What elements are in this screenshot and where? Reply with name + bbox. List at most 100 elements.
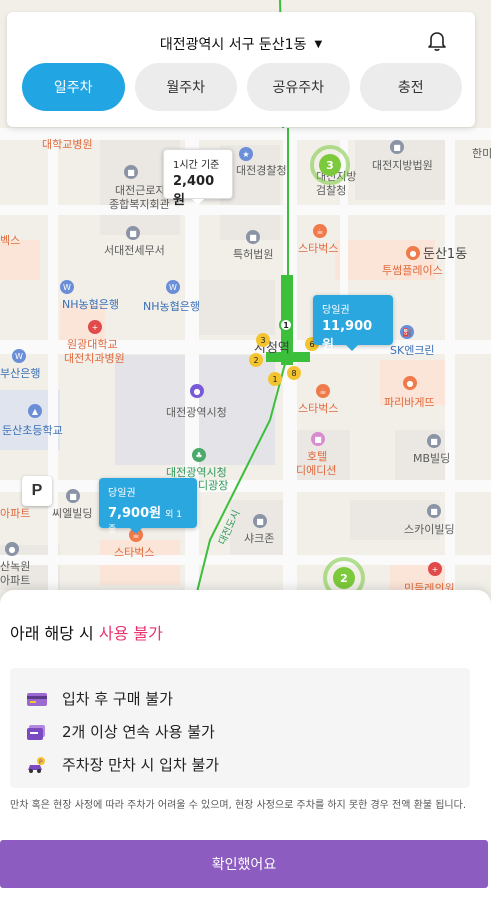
building-icon: ■ xyxy=(427,434,441,448)
sheet-title: 아래 해당 시 사용 불가 xyxy=(10,620,163,644)
apartment-icon: ● xyxy=(5,542,19,556)
poi-label: 스타벅스 xyxy=(298,242,339,255)
cafe-icon: ☕ xyxy=(316,384,330,398)
building-icon: ■ xyxy=(427,504,441,518)
building-icon: ■ xyxy=(124,165,138,179)
poi-label: 대전광역시청 xyxy=(166,406,227,419)
price-caption: 당일권 xyxy=(322,305,350,316)
price-caption: 당일권 xyxy=(108,488,136,499)
top-header-card: 대전광역시 서구 둔산1동 ▼ 일주차 월주차 공유주차 충전 xyxy=(7,12,475,127)
svg-text:P: P xyxy=(39,759,43,766)
parked-car-icon: P xyxy=(26,756,48,774)
hotel-icon: ■ xyxy=(311,432,325,446)
poi-label: 아파트 xyxy=(0,574,31,587)
building-icon: ■ xyxy=(66,489,80,503)
tab-charging[interactable]: 충전 xyxy=(359,63,462,111)
notice-text: 만차 혹은 현장 사정에 따라 주차가 어려울 수 있으며, 현장 사정으로 주… xyxy=(10,800,466,811)
cafe-icon: ☕ xyxy=(313,224,327,238)
location-text: 대전광역시 서구 둔산1동 xyxy=(159,37,307,53)
poi-label: SK엔크린 xyxy=(390,344,435,357)
bubble-tail xyxy=(192,199,204,205)
poi-label: 대전치과병원 xyxy=(64,352,125,365)
poi-label: 부산은행 xyxy=(0,367,41,380)
poi-label: 씨엘빌딩 xyxy=(52,507,93,520)
poi-label: 벡스 xyxy=(0,234,21,247)
cluster-count: 2 xyxy=(333,567,355,589)
list-item: 입차 후 구매 불가 xyxy=(26,682,470,715)
poi-label: 대전지방법원 xyxy=(372,159,433,172)
price-value: 7,900원 외 1종 xyxy=(108,502,188,536)
poi-label: 대전경찰청 xyxy=(236,164,287,177)
list-item: 2개 이상 연속 사용 불가 xyxy=(26,715,470,748)
tab-monthly-parking[interactable]: 월주차 xyxy=(134,63,237,111)
poi-label: NH농협은행 xyxy=(143,300,200,313)
poi-label: 대학교병원 xyxy=(42,138,93,151)
bakery-icon: ● xyxy=(403,376,417,390)
gas-station-icon: ⛽ xyxy=(400,325,414,339)
bank-icon: W xyxy=(60,280,74,294)
credit-card-icon xyxy=(26,690,48,708)
district-label: 둔산1동 xyxy=(423,247,468,262)
poi-label: 디에디션 xyxy=(296,464,337,477)
poi-label: 둔산초등학교 xyxy=(2,424,63,437)
city-hall-icon: ● xyxy=(190,384,204,398)
confirm-button[interactable]: 확인했어요 xyxy=(0,840,488,888)
rule-text: 2개 이상 연속 사용 불가 xyxy=(62,723,215,741)
rule-text: 주차장 만차 시 입차 불가 xyxy=(62,756,220,774)
school-icon: ▲ xyxy=(28,404,42,418)
subway-exit-icon: 8 xyxy=(287,366,301,380)
bank-icon: W xyxy=(12,349,26,363)
tax-office-icon: ■ xyxy=(126,226,140,240)
poi-label: 샤크존 xyxy=(244,532,275,545)
bubble-tail xyxy=(346,345,358,351)
poi-label: 아파트 xyxy=(0,507,31,520)
tab-daily-parking[interactable]: 일주차 xyxy=(22,63,125,111)
district-office-icon: ● xyxy=(406,246,420,260)
court-icon: ■ xyxy=(390,140,404,154)
park-icon: ♣ xyxy=(192,448,206,462)
tab-shared-parking[interactable]: 공유주차 xyxy=(247,63,350,111)
bank-icon: W xyxy=(166,280,180,294)
poi-label: 스타벅스 xyxy=(298,402,339,415)
chevron-down-icon: ▼ xyxy=(314,38,323,50)
court-icon: ■ xyxy=(246,230,260,244)
poi-label: 한미 xyxy=(472,147,491,160)
police-icon: ★ xyxy=(239,147,253,161)
ticket-icon xyxy=(26,723,48,741)
clinic-icon: + xyxy=(428,562,442,576)
poi-label: 디광장 xyxy=(198,479,229,492)
subway-exit-icon: 1 xyxy=(279,318,293,332)
parking-cluster-marker[interactable]: 3 xyxy=(310,145,350,185)
poi-label: 종합복지회관 xyxy=(109,198,170,211)
subway-exit-icon: 1 xyxy=(268,372,282,386)
location-selector[interactable]: 대전광역시 서구 둔산1동 ▼ xyxy=(7,32,475,56)
sheet-title-prefix: 아래 해당 시 xyxy=(10,624,99,643)
subway-exit-icon: 2 xyxy=(249,353,263,367)
parking-price-marker[interactable]: 당일권 7,900원 외 1종 xyxy=(99,478,197,535)
cluster-count: 3 xyxy=(319,154,341,176)
price-amount: 7,900원 xyxy=(108,506,162,521)
parking-marker-icon[interactable]: P xyxy=(22,476,52,506)
parking-price-marker[interactable]: 당일권 11,900원 xyxy=(313,295,393,353)
poi-label: 스카이빌딩 xyxy=(404,523,455,536)
hospital-icon: + xyxy=(88,320,102,334)
subway-exit-icon: 3 xyxy=(256,333,270,347)
poi-label: NH농협은행 xyxy=(62,298,119,311)
price-caption: 1시간 기준 xyxy=(173,160,220,171)
poi-label: 스타벅스 xyxy=(114,546,155,559)
sheet-title-accent: 사용 불가 xyxy=(98,624,163,643)
bell-icon[interactable] xyxy=(427,30,447,52)
building-icon: ■ xyxy=(253,514,267,528)
parking-price-marker[interactable]: 1시간 기준 2,400원 xyxy=(163,149,233,208)
poi-label: 특허법원 xyxy=(233,248,274,261)
list-item: P 주차장 만차 시 입차 불가 xyxy=(26,748,470,781)
restriction-list: 입차 후 구매 불가 2개 이상 연속 사용 불가 P 주차장 만차 시 입차 … xyxy=(10,668,470,788)
usage-restriction-sheet: 아래 해당 시 사용 불가 입차 후 구매 불가 2개 이상 연속 사용 불가 … xyxy=(0,590,491,904)
poi-label: 투썸플레이스 xyxy=(382,264,443,277)
poi-label: 서대전세무서 xyxy=(104,244,165,257)
rule-text: 입차 후 구매 불가 xyxy=(62,690,173,708)
poi-label: MB빌딩 xyxy=(413,452,451,465)
parking-type-tabs: 일주차 월주차 공유주차 충전 xyxy=(22,63,462,111)
poi-label: 파리바게뜨 xyxy=(384,396,435,409)
bubble-tail xyxy=(130,528,142,534)
